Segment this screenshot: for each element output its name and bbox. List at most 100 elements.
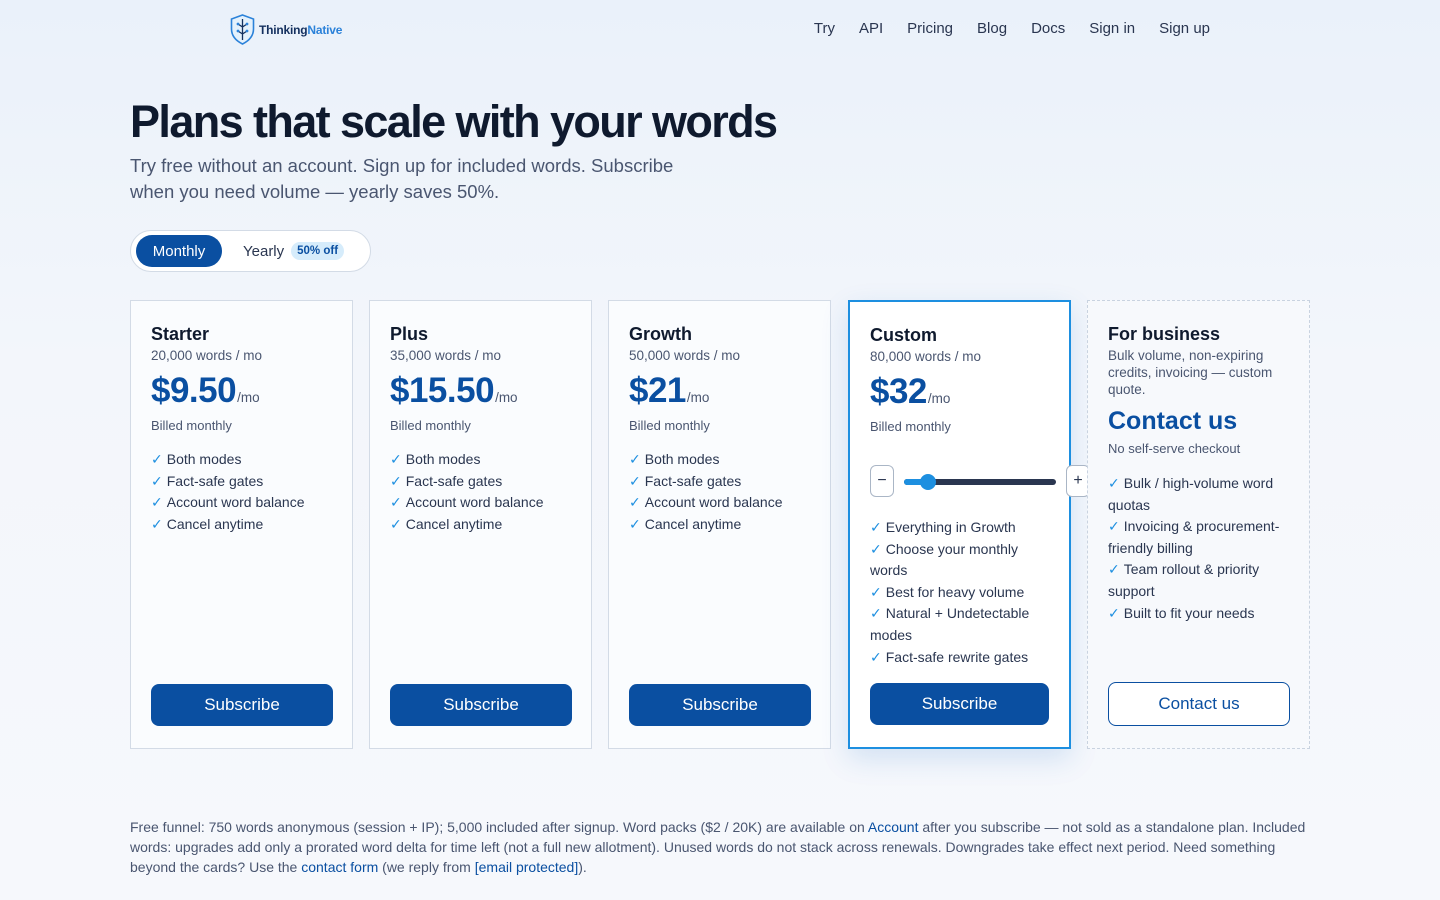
billing-monthly-option[interactable]: Monthly [136,235,222,267]
plan-price-period: /mo [686,390,710,405]
plan-price-row: $15.50 /mo [390,371,518,411]
check-icon: ✓ [151,494,163,511]
site-header: ThinkingNative Try API Pricing Blog Docs… [0,0,1440,62]
plan-price: $15.50 [390,371,495,410]
plan-price-period: /mo [495,390,518,405]
plan-name: Plus [390,324,429,344]
plan-price: $21 [629,371,686,410]
business-description: Bulk volume, non-expiring credits, invoi… [1108,348,1273,397]
check-icon: ✓ [390,451,402,467]
feature-item: ✓ Bulk / high-volume word quotas [1108,475,1274,513]
plan-words: 50,000 words / mo [629,348,741,363]
check-icon: ✓ [151,472,163,489]
discount-badge: 50% off [291,242,345,260]
billing-yearly-label: Yearly [243,242,285,260]
feature-item: ✓ Cancel anytime [390,515,503,532]
plan-card-business: For business Bulk volume, non-expiring c… [1087,300,1310,749]
plan-name: Starter [151,324,210,344]
support-email-link[interactable]: [email protected] [475,859,579,875]
check-icon: ✓ [870,605,882,622]
plan-billing-note: Billed monthly [629,418,710,433]
check-icon: ✓ [390,494,402,511]
page-subtitle: Try free without an account. Sign up for… [130,155,674,202]
check-icon: ✓ [1108,518,1120,535]
plan-name: Custom [870,325,937,345]
account-link[interactable]: Account [868,819,919,835]
feature-item: ✓ Account word balance [151,494,305,511]
plan-price-period: /mo [237,390,260,405]
decrease-words-button[interactable]: − [870,465,894,497]
feature-item: ✓ Fact-safe gates [390,472,503,489]
nav-blog[interactable]: Blog [977,20,1007,37]
check-icon: ✓ [629,515,641,532]
words-slider[interactable] [904,474,1056,490]
check-icon: ✓ [151,515,163,532]
feature-item: ✓ Best for heavy volume [870,583,1025,600]
check-icon: ✓ [1108,604,1120,621]
plan-features: ✓ Bulk / high-volume word quotas ✓ Invoici… [1108,473,1293,624]
plan-billing-note: Billed monthly [151,418,232,433]
check-icon: ✓ [870,648,882,665]
words-slider-thumb[interactable] [920,474,937,490]
plan-billing-note: Billed monthly [390,418,471,433]
plan-price-row: $32 /mo [870,372,950,412]
check-icon: ✓ [1108,475,1120,491]
main-nav: Try API Pricing Blog Docs Sign in Sign u… [814,20,1210,37]
feature-item: ✓ Both modes [390,451,481,467]
nav-pricing[interactable]: Pricing [907,20,953,37]
plan-name: For business [1108,324,1221,344]
feature-item: ✓ Everything in Growth [870,519,1016,535]
feature-item: ✓ Fact-safe gates [629,472,742,489]
nav-api[interactable]: API [859,20,883,37]
feature-item: ✓ Choose your monthly words [870,540,1019,579]
plan-features: ✓ Both modes ✓ Fact-safe gates ✓ Account wo… [151,449,336,535]
plan-card-custom: Custom 80,000 words / mo $32 /mo Billed … [848,300,1090,749]
nav-sign-up[interactable]: Sign up [1159,20,1210,37]
brand-logo[interactable]: ThinkingNative [230,14,342,45]
contact-us-button[interactable]: Contact us [1108,682,1290,726]
words-stepper: − + [870,465,1092,497]
plan-words: 35,000 words / mo [390,348,502,363]
plan-price-row: $9.50 /mo [151,371,260,411]
subscribe-button-growth[interactable]: Subscribe [629,684,811,726]
feature-item: ✓ Account word balance [629,494,783,511]
check-icon: ✓ [629,494,641,511]
billing-yearly-option[interactable]: Yearly 50% off [243,235,345,267]
plan-price: $9.50 [151,371,237,410]
plan-price-row: $21 /mo [629,371,709,411]
plan-words: 80,000 words / mo [870,349,982,364]
contact-form-link[interactable]: contact form [301,859,378,875]
feature-item: ✓ Both modes [629,451,720,467]
check-icon: ✓ [629,472,641,489]
plan-words: 20,000 words / mo [151,348,263,363]
subscribe-button-plus[interactable]: Subscribe [390,684,572,726]
plan-features: ✓ Both modes ✓ Fact-safe gates ✓ Account wo… [390,449,575,535]
subscribe-button-custom[interactable]: Subscribe [870,683,1049,725]
nav-docs[interactable]: Docs [1031,20,1065,37]
billing-toggle: Monthly Yearly 50% off [130,230,371,272]
check-icon: ✓ [390,472,402,489]
nav-try[interactable]: Try [814,20,835,37]
subscribe-button-starter[interactable]: Subscribe [151,684,333,726]
feature-item: ✓ Cancel anytime [151,515,264,532]
plan-features: ✓ Both modes ✓ Fact-safe gates ✓ Account wo… [629,449,814,535]
pricing-footnote: Free funnel: 750 words anonymous (sessio… [130,819,1306,875]
feature-item: ✓ Account word balance [390,494,544,511]
feature-item: ✓ Both modes [151,451,242,467]
check-icon: ✓ [870,519,882,535]
feature-item: ✓ Team rollout & priority support [1108,561,1260,599]
check-icon: ✓ [390,515,402,532]
plan-features: ✓ Everything in Growth ✓ Choose your month… [870,517,1055,668]
plan-card-growth: Growth 50,000 words / mo $21 /mo Billed … [608,300,831,749]
plan-billing-note: Billed monthly [870,419,951,434]
brand-name: ThinkingNative [259,22,343,37]
check-icon: ✓ [870,540,882,557]
page-title: Plans that scale with your words [130,96,778,147]
nav-sign-in[interactable]: Sign in [1089,20,1135,37]
plan-card-plus: Plus 35,000 words / mo $15.50 /mo Billed… [369,300,592,749]
feature-item: ✓ Fact-safe rewrite gates [870,648,1029,665]
business-note: No self-serve checkout [1108,441,1241,456]
check-icon: ✓ [1108,561,1120,578]
plan-price-period: /mo [927,391,951,406]
check-icon: ✓ [151,451,163,467]
